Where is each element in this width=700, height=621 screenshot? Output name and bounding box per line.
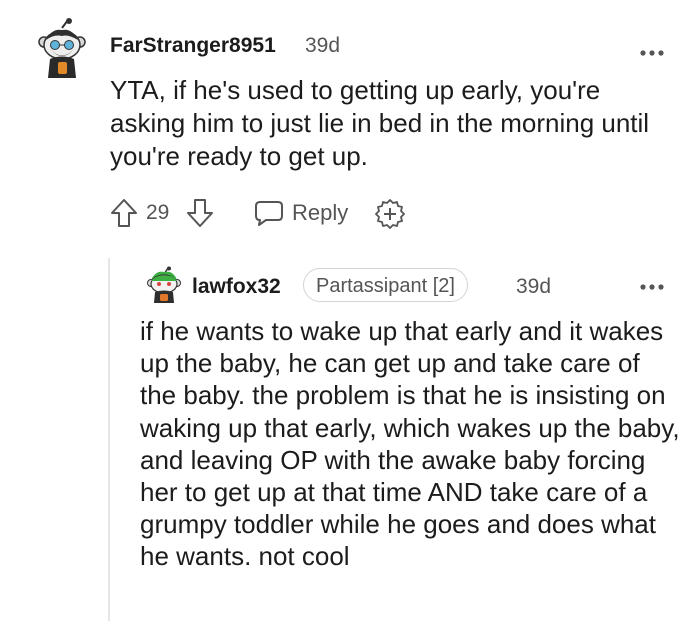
award-button[interactable] bbox=[374, 198, 406, 230]
thread-line[interactable] bbox=[108, 258, 110, 621]
snoo-avatar-icon bbox=[147, 266, 181, 303]
snoo-avatar-icon bbox=[38, 18, 86, 78]
avatar[interactable] bbox=[38, 18, 86, 80]
upvote-button[interactable] bbox=[110, 198, 138, 228]
award-icon bbox=[375, 199, 405, 229]
comment-timestamp: 39d bbox=[305, 34, 341, 57]
comment-author[interactable]: FarStranger8951 bbox=[110, 34, 276, 58]
user-flair-badge: Partassipant [2] bbox=[303, 268, 468, 302]
speech-bubble-icon bbox=[255, 201, 283, 226]
reply-body: if he wants to wake up that early and it… bbox=[140, 316, 680, 572]
downvote-arrow-icon bbox=[187, 199, 213, 227]
reply-label: Reply bbox=[292, 200, 349, 225]
more-options-icon bbox=[640, 50, 664, 56]
reply-button[interactable]: Reply bbox=[254, 196, 348, 230]
reply-author[interactable]: lawfox32 bbox=[192, 275, 281, 299]
comment-body: YTA, if he's used to getting up early, y… bbox=[110, 75, 650, 171]
more-options-button[interactable] bbox=[640, 278, 664, 290]
reply-timestamp: 39d bbox=[516, 275, 552, 298]
avatar[interactable] bbox=[146, 266, 182, 304]
upvote-arrow-icon bbox=[111, 199, 137, 227]
more-options-icon bbox=[640, 284, 664, 290]
more-options-button[interactable] bbox=[640, 44, 664, 56]
vote-count: 29 bbox=[146, 201, 170, 224]
downvote-button[interactable] bbox=[186, 198, 214, 228]
